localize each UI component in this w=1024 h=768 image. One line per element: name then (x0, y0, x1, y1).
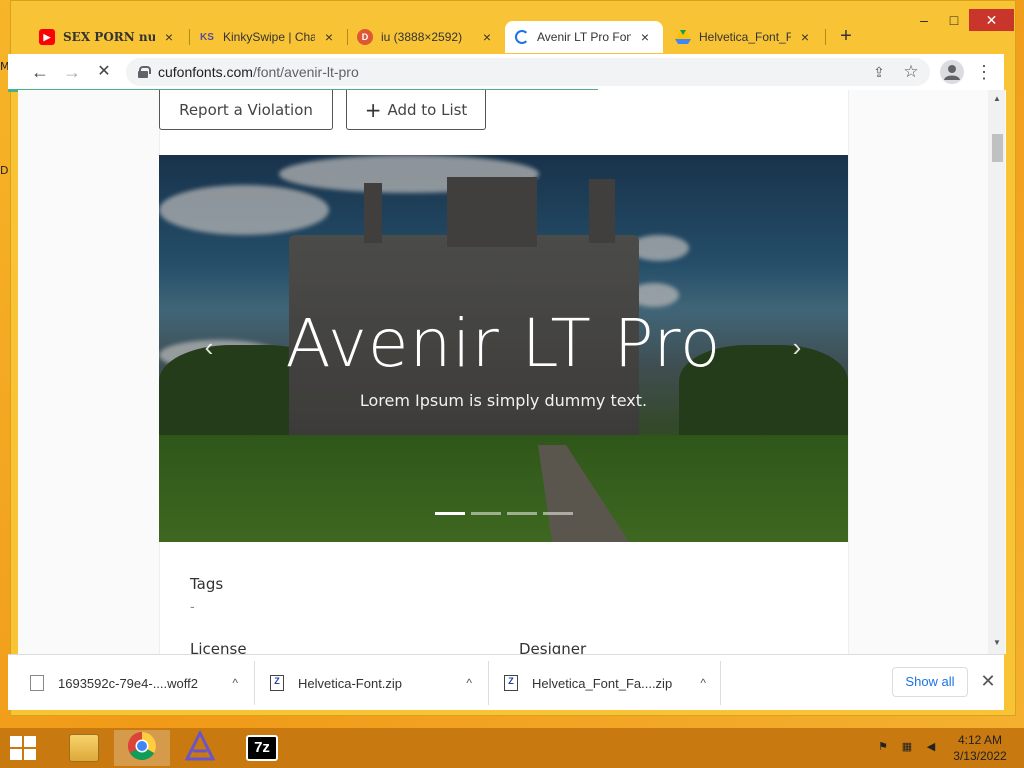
address-bar[interactable]: cufonfonts.com/font/avenir-lt-pro ⇪ ☆ (126, 58, 930, 86)
download-item[interactable]: Z Helvetica-Font.zip ^ (270, 655, 482, 711)
action-center-flag-icon[interactable]: ⚑ (874, 740, 892, 756)
chrome-icon (127, 731, 157, 766)
carousel-indicator[interactable] (507, 512, 537, 515)
google-drive-icon (675, 29, 691, 45)
hero-carousel: Avenir LT Pro Lorem Ipsum is simply dumm… (159, 155, 848, 542)
hero-subtitle: Lorem Ipsum is simply dummy text. (359, 391, 648, 410)
scroll-thumb[interactable] (992, 134, 1003, 162)
downloads-bar: 1693592c-79e4-....woff2 ^ Z Helvetica-Fo… (8, 654, 1004, 710)
desktop-label-d: D (0, 164, 9, 177)
designer-label: Designer (519, 640, 587, 654)
youtube-icon: ▶ (39, 29, 55, 45)
report-violation-button[interactable]: Report a Violation (159, 90, 333, 130)
add-to-list-button[interactable]: + Add to List (346, 90, 486, 130)
font-app-icon (184, 729, 216, 766)
taskbar: 7z ⚑ ▦ ◀ 4:12 AM 3/13/2022 (0, 728, 1024, 768)
bookmark-star-icon[interactable]: ☆ (902, 63, 920, 81)
tab-title: Avenir LT Pro Fon (537, 30, 631, 44)
carousel-indicator[interactable] (471, 512, 501, 515)
tab-separator (825, 29, 826, 45)
tab-2[interactable]: KS KinkySwipe | Chat × (189, 21, 347, 53)
download-options-caret-icon[interactable]: ^ (222, 676, 248, 690)
tab-strip: ▶ SEX PORN nude × KS KinkySwipe | Chat ×… (11, 1, 1015, 55)
loading-icon (515, 30, 529, 44)
taskbar-file-explorer[interactable] (56, 730, 112, 766)
minimize-button[interactable]: – (909, 9, 939, 31)
tab-title: iu (3888×2592) (381, 30, 463, 44)
tab-title: SEX PORN nude (63, 30, 155, 44)
tab-4-active[interactable]: Avenir LT Pro Fon × (505, 21, 663, 53)
new-tab-button[interactable]: + (835, 26, 857, 48)
tab-close-icon[interactable]: × (161, 29, 177, 45)
volume-muted-icon[interactable]: ◀ (922, 740, 940, 756)
download-item[interactable]: Z Helvetica_Font_Fa....zip ^ (504, 655, 716, 711)
tab-5[interactable]: Helvetica_Font_Fa × (665, 21, 823, 53)
hero-title: Avenir LT Pro (285, 305, 722, 382)
tab-close-icon[interactable]: × (637, 29, 653, 45)
taskbar-clock[interactable]: 4:12 AM 3/13/2022 (948, 732, 1012, 764)
download-filename: Helvetica_Font_Fa....zip (532, 675, 673, 691)
zip-icon: Z (504, 675, 518, 691)
page-scrollbar[interactable]: ▲ ▼ (988, 90, 1005, 654)
download-item[interactable]: 1693592c-79e4-....woff2 ^ (30, 655, 248, 711)
download-separator (254, 661, 255, 705)
tab-title: Helvetica_Font_Fa (699, 30, 791, 44)
forward-button[interactable]: → (60, 60, 84, 84)
download-options-caret-icon[interactable]: ^ (456, 676, 482, 690)
download-options-caret-icon[interactable]: ^ (690, 676, 716, 690)
network-icon[interactable]: ▦ (898, 740, 916, 756)
download-separator (488, 661, 489, 705)
file-explorer-icon (69, 734, 99, 762)
page-viewport: Report a Violation + Add to List Avenir … (18, 90, 1006, 654)
tab-3[interactable]: D iu (3888×2592) × (347, 21, 505, 53)
tab-close-icon[interactable]: × (797, 29, 813, 45)
duckduckgo-icon: D (357, 29, 373, 45)
tab-1[interactable]: ▶ SEX PORN nude × (29, 21, 187, 53)
start-windows-icon[interactable] (10, 736, 36, 760)
lock-icon[interactable] (138, 66, 151, 78)
scroll-up-icon[interactable]: ▲ (992, 94, 1002, 103)
maximize-button[interactable]: □ (939, 9, 969, 31)
clock-time: 4:12 AM (957, 733, 1003, 747)
chrome-menu-icon[interactable]: ⋮ (972, 60, 996, 84)
download-filename: Helvetica-Font.zip (298, 675, 403, 691)
share-icon[interactable]: ⇪ (870, 63, 888, 81)
ks-icon: KS (200, 31, 214, 43)
clock-date: 3/13/2022 (953, 749, 1007, 763)
show-all-downloads-button[interactable]: Show all (892, 667, 968, 697)
taskbar-7zip[interactable]: 7z (234, 730, 290, 766)
url-path: /font/avenir-lt-pro (252, 64, 359, 80)
profile-avatar-icon[interactable] (940, 60, 964, 84)
tags-value: - (190, 598, 195, 614)
tags-label: Tags (190, 575, 224, 593)
back-button[interactable]: ← (28, 60, 52, 84)
add-to-list-label: Add to List (387, 100, 468, 119)
carousel-prev-icon[interactable]: ‹ (197, 334, 221, 360)
tab-close-icon[interactable]: × (321, 29, 337, 45)
url-domain: cufonfonts.com (158, 64, 253, 80)
close-downloads-bar-icon[interactable]: ✕ (976, 669, 1000, 693)
zip-icon: Z (270, 675, 284, 691)
taskbar-chrome[interactable] (114, 730, 170, 766)
file-icon (30, 675, 44, 691)
carousel-indicator[interactable] (435, 512, 465, 515)
stop-button[interactable]: ✕ (92, 60, 116, 84)
download-separator (720, 661, 721, 705)
carousel-next-icon[interactable]: › (785, 334, 809, 360)
carousel-indicator[interactable] (543, 512, 573, 515)
taskbar-font-app[interactable] (172, 729, 228, 766)
browser-toolbar: ← → ✕ cufonfonts.com/font/avenir-lt-pro … (8, 54, 1004, 90)
7zip-icon: 7z (246, 735, 278, 761)
window-close-button[interactable]: ✕ (969, 9, 1014, 31)
tab-close-icon[interactable]: × (479, 29, 495, 45)
license-label: License (190, 640, 247, 654)
tab-title: KinkySwipe | Chat (223, 30, 315, 44)
scroll-down-icon[interactable]: ▼ (992, 638, 1002, 647)
plus-icon: + (364, 97, 382, 122)
download-filename: 1693592c-79e4-....woff2 (58, 675, 198, 691)
